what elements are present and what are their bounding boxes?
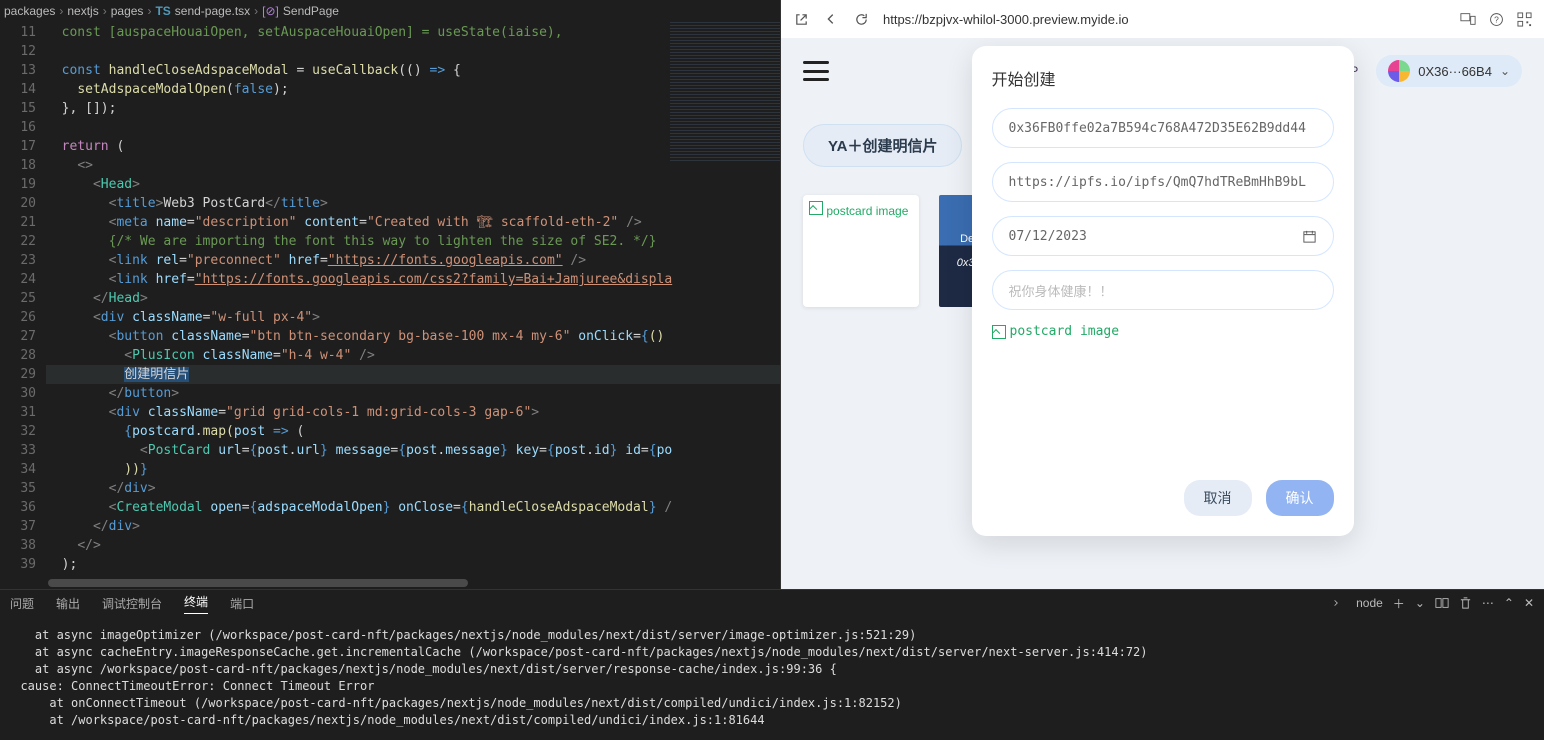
recipient-address-input[interactable]: 0x36FB0ffe02a7B594c768A472D35E62B9dd44: [992, 108, 1334, 148]
wallet-avatar-icon: [1388, 60, 1410, 82]
devices-icon[interactable]: [1460, 11, 1476, 27]
terminal-profile-icon[interactable]: [1332, 596, 1346, 610]
ipfs-url-input[interactable]: https://ipfs.io/ipfs/QmQ7hdTReBmHhB9bL: [992, 162, 1334, 202]
editor-horizontal-scrollbar[interactable]: [0, 577, 780, 589]
new-terminal-icon[interactable]: ＋: [1393, 595, 1405, 612]
broken-image-icon: postcard image: [992, 324, 1120, 339]
create-postcard-button[interactable]: YA＋创建明信片: [803, 124, 962, 167]
create-modal: 开始创建 0x36FB0ffe02a7B594c768A472D35E62B9d…: [972, 46, 1354, 536]
editor-pane: packages› nextjs› pages› TS send-page.ts…: [0, 0, 780, 589]
chevron-down-icon: ⌄: [1500, 64, 1510, 78]
help-icon[interactable]: ?: [1488, 11, 1504, 27]
browser-toolbar: ?: [781, 0, 1544, 38]
crumb-symbol[interactable]: SendPage: [283, 4, 339, 18]
ts-badge: TS: [155, 4, 170, 18]
close-icon[interactable]: ✕: [1524, 596, 1534, 610]
panel-tabs: 问题 输出 调试控制台 终端 端口 node ＋ ⌄ ⋯ ⌃ ✕: [0, 589, 1544, 617]
wallet-chip[interactable]: 0X36···66B4 ⌄: [1376, 55, 1522, 87]
code-body[interactable]: const [auspaceHouaiOpen, setAuspaceHouai…: [46, 21, 780, 576]
modal-title: 开始创建: [992, 66, 1334, 90]
crumb-pages[interactable]: pages: [111, 4, 144, 18]
cancel-button[interactable]: 取消: [1184, 480, 1252, 516]
date-value: 07/12/2023: [1009, 229, 1087, 244]
calendar-icon[interactable]: [1302, 229, 1317, 244]
message-input[interactable]: 祝你身体健康！！: [992, 270, 1334, 310]
address-bar[interactable]: [883, 7, 1438, 31]
hamburger-menu-icon[interactable]: [803, 61, 829, 81]
postcard-item[interactable]: postcard image: [803, 195, 919, 307]
chevron-up-icon[interactable]: ⌃: [1504, 596, 1514, 610]
trash-icon[interactable]: [1459, 596, 1472, 610]
bottom-panel: 问题 输出 调试控制台 终端 端口 node ＋ ⌄ ⋯ ⌃ ✕: [0, 589, 1544, 740]
wallet-address: 0X36···66B4: [1418, 64, 1492, 79]
terminal-dropdown-icon[interactable]: ⌄: [1415, 596, 1425, 610]
crumb-file[interactable]: send-page.tsx: [175, 4, 250, 18]
breadcrumbs[interactable]: packages› nextjs› pages› TS send-page.ts…: [0, 0, 780, 21]
browser-viewport: 0.5172 SEP 0X36···66B4 ⌄ YA＋创建明信片 postc: [781, 38, 1544, 589]
code-area[interactable]: 1112131415161718192021222324252627282930…: [0, 21, 780, 576]
broken-image-icon: [809, 201, 823, 215]
open-external-icon[interactable]: [793, 11, 809, 27]
tab-terminal[interactable]: 终端: [184, 593, 208, 614]
back-icon[interactable]: [823, 11, 839, 27]
refresh-icon[interactable]: [853, 11, 869, 27]
tab-debug-console[interactable]: 调试控制台: [102, 595, 162, 612]
qr-icon[interactable]: [1516, 11, 1532, 27]
crumb-packages[interactable]: packages: [4, 4, 55, 18]
terminal-profile-label[interactable]: node: [1356, 596, 1383, 610]
crumb-nextjs[interactable]: nextjs: [67, 4, 98, 18]
browser-pane: ? 0.5172 SEP 0X36···66B4 ⌄: [780, 0, 1544, 589]
postcard-image-alt: postcard image: [826, 204, 908, 218]
tab-output[interactable]: 输出: [56, 595, 80, 612]
split-terminal-icon[interactable]: [1435, 597, 1449, 609]
more-icon[interactable]: ⋯: [1482, 596, 1494, 610]
terminal-output[interactable]: at async imageOptimizer (/workspace/post…: [0, 617, 1544, 740]
symbol-icon: [⊘]: [262, 4, 279, 18]
tab-ports[interactable]: 端口: [230, 595, 254, 612]
svg-text:?: ?: [1494, 14, 1499, 24]
line-gutter: 1112131415161718192021222324252627282930…: [0, 21, 46, 576]
modal-image-preview[interactable]: postcard image: [992, 324, 1334, 474]
confirm-button[interactable]: 确认: [1266, 480, 1334, 516]
tab-problems[interactable]: 问题: [10, 595, 34, 612]
date-input[interactable]: 07/12/2023: [992, 216, 1334, 256]
